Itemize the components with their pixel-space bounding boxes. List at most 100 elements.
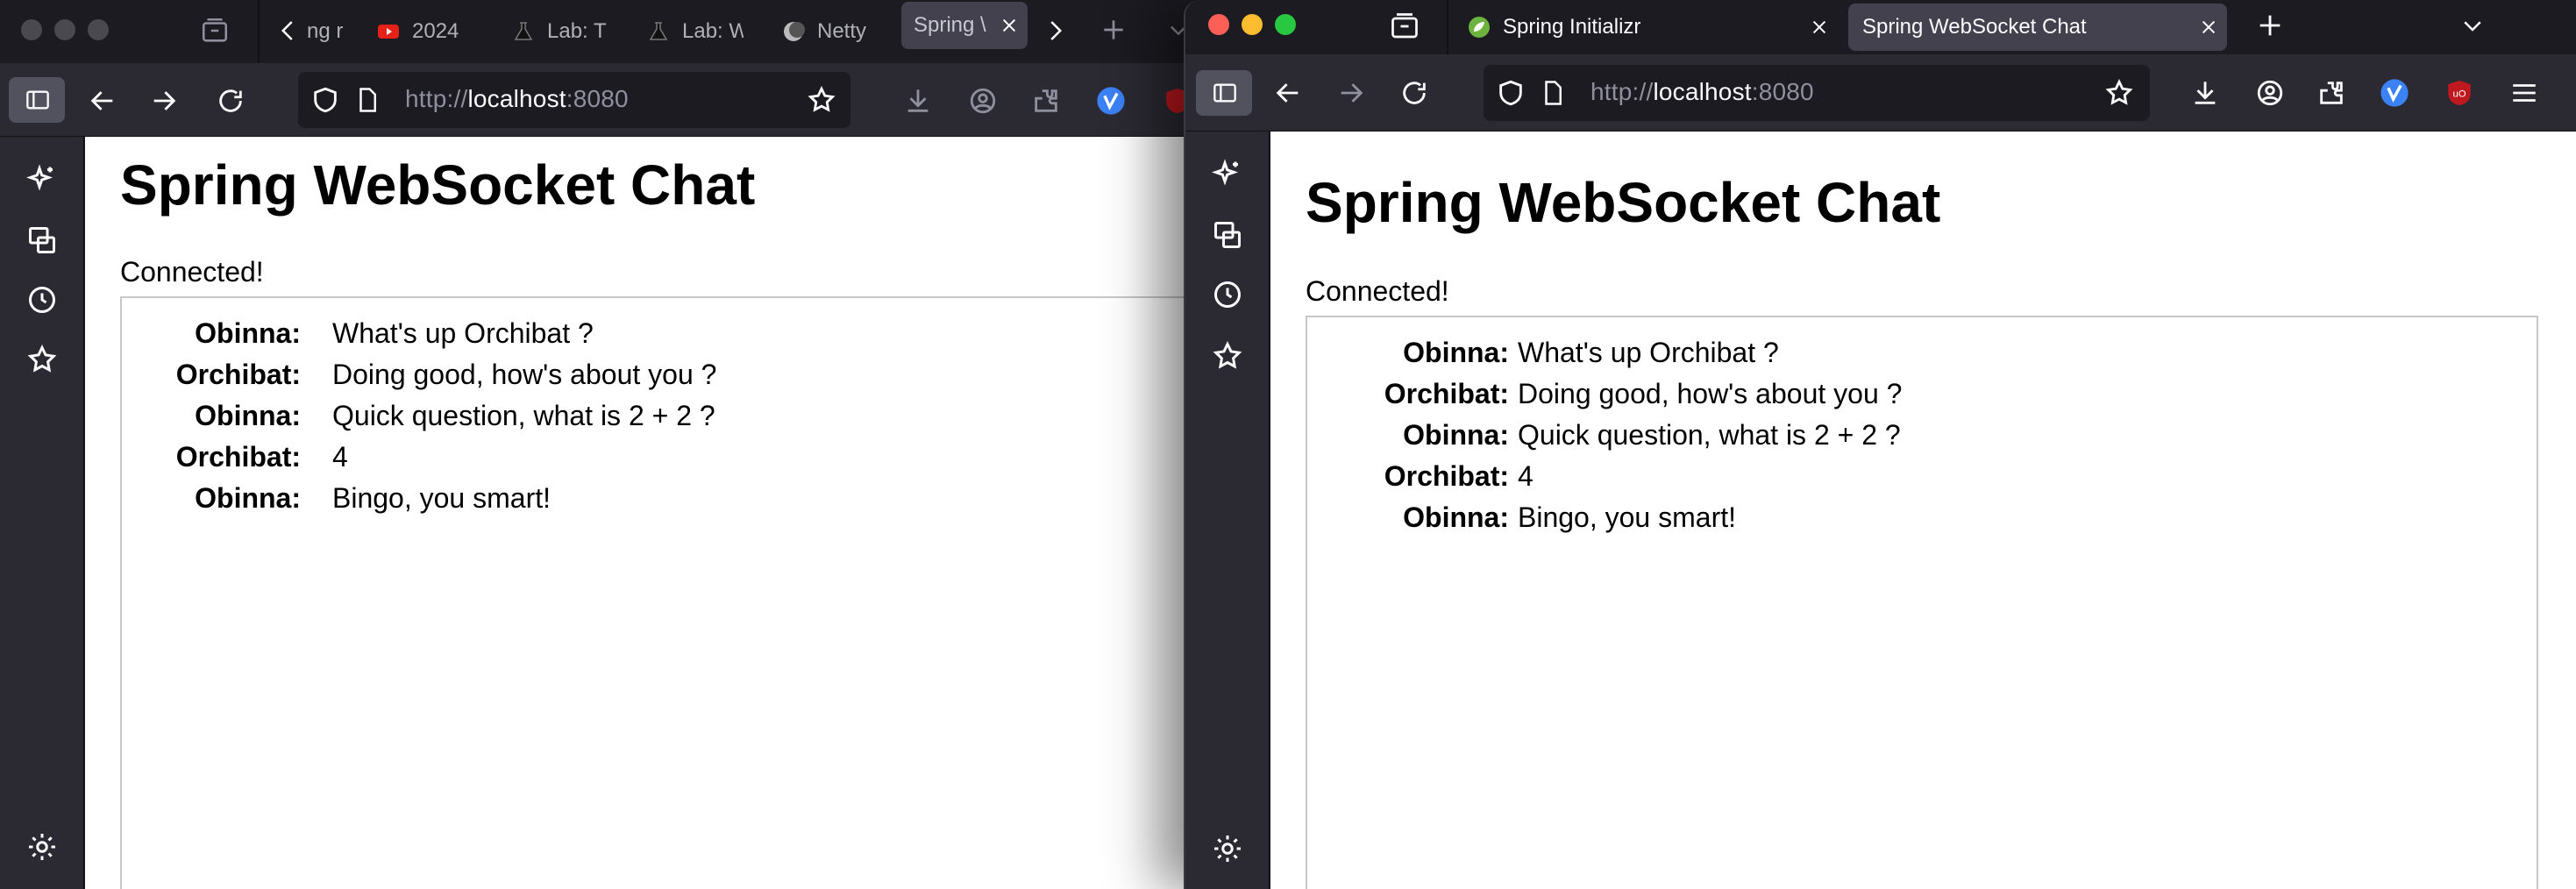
minimize-window-button[interactable] [1242, 14, 1263, 35]
tab-strip: Spring Initializr Spring WebSocket Chat [1185, 0, 2576, 54]
tab-item[interactable]: Spring Initializr [1468, 4, 1836, 51]
tab-item[interactable]: ng r [307, 8, 351, 55]
ai-chatbot-icon[interactable] [1212, 158, 1243, 189]
history-icon[interactable] [1212, 279, 1243, 310]
navigation-toolbar: http://localhost:8080 [0, 63, 1192, 137]
shield-icon[interactable] [1496, 78, 1526, 108]
back-icon[interactable] [88, 86, 117, 116]
bookmark-star-icon[interactable] [2104, 78, 2134, 108]
sidebar-icon [25, 88, 51, 112]
message-text: Doing good, how's about you ? [1518, 378, 1903, 409]
tab-label: Lab: W [682, 19, 744, 43]
account-icon[interactable] [968, 86, 998, 116]
spring-leaf-icon [1468, 16, 1491, 39]
youtube-icon [377, 20, 400, 43]
ai-chatbot-icon[interactable] [26, 163, 58, 195]
tab-strip: ng r 2024 Lab: T Lab: W Netty Spring \ [0, 0, 1192, 63]
downloads-icon[interactable] [903, 86, 933, 116]
vpn-extension-icon[interactable] [2380, 78, 2409, 108]
bookmarks-icon[interactable] [26, 344, 58, 375]
chat-message: Obinna: What's up Orchibat ? [122, 319, 1192, 351]
flask-icon [512, 20, 535, 43]
chat-message: Orchibat: 4 [122, 443, 1192, 474]
browser-window-left: ng r 2024 Lab: T Lab: W Netty Spring \ h… [0, 0, 1192, 889]
message-sender: Obinna: [195, 317, 301, 349]
synced-tabs-icon[interactable] [1212, 219, 1243, 251]
reload-icon[interactable] [216, 86, 246, 116]
ublock-extension-icon[interactable]: uO [2444, 78, 2474, 108]
url-bar[interactable]: http://localhost:8080 [298, 72, 850, 128]
tab-label: Netty [817, 19, 867, 43]
tab-item[interactable]: Lab: T [512, 8, 608, 55]
new-tab-icon[interactable] [2255, 11, 2285, 40]
message-text: Bingo, you smart! [332, 482, 551, 514]
sidebar [1185, 132, 1270, 889]
back-icon[interactable] [1273, 78, 1303, 108]
close-window-button[interactable] [21, 19, 42, 40]
message-text: What's up Orchibat ? [332, 317, 594, 349]
new-tab-icon[interactable] [1099, 16, 1128, 44]
tab-item[interactable]: 2024 [377, 8, 473, 55]
tab-label: 2024 [412, 19, 459, 43]
close-window-button[interactable] [1208, 14, 1229, 35]
scroll-tabs-left-icon[interactable] [275, 16, 302, 46]
message-sender: Obinna: [195, 482, 301, 514]
downloads-icon[interactable] [2190, 78, 2220, 108]
tab-groups-icon[interactable] [200, 16, 230, 46]
tab-item[interactable]: Netty [782, 8, 879, 55]
tab-groups-icon[interactable] [1389, 11, 1420, 42]
bookmarks-icon[interactable] [1212, 340, 1243, 372]
zoom-window-button[interactable] [88, 19, 109, 40]
sidebar-icon [1212, 81, 1238, 105]
chat-message: Orchibat: 4 [1307, 462, 2535, 494]
scroll-tabs-right-icon[interactable] [1042, 16, 1068, 46]
chat-message: Obinna: Quick question, what is 2 + 2 ? [1307, 421, 2535, 452]
chat-message: Obinna: Bingo, you smart! [122, 484, 1192, 516]
shield-icon[interactable] [310, 85, 340, 115]
page-title: Spring WebSocket Chat [1306, 171, 1941, 234]
chat-message: Orchibat: Doing good, how's about you ? [1307, 380, 2535, 411]
message-sender: Obinna: [1403, 337, 1509, 368]
message-sender: Obinna: [1403, 419, 1509, 451]
bookmark-star-icon[interactable] [807, 85, 836, 115]
moon-icon [782, 20, 805, 43]
message-text: Quick question, what is 2 + 2 ? [332, 400, 715, 431]
account-icon[interactable] [2255, 78, 2285, 108]
tab-label: Spring \ [914, 13, 986, 37]
menu-icon[interactable] [2509, 78, 2539, 108]
close-tab-icon[interactable] [1806, 14, 1832, 40]
tab-label: ng r [307, 19, 344, 43]
message-text: 4 [1518, 460, 1534, 492]
close-tab-icon[interactable] [2195, 14, 2222, 40]
message-text: Doing good, how's about you ? [332, 359, 717, 390]
chat-message: Obinna: Bingo, you smart! [1307, 503, 2535, 535]
tab-label: Spring WebSocket Chat [1862, 15, 2087, 39]
page-icon[interactable] [354, 86, 381, 114]
extensions-icon[interactable] [1031, 86, 1061, 116]
vpn-extension-icon[interactable] [1096, 86, 1126, 116]
forward-icon[interactable] [1336, 78, 1366, 108]
settings-icon[interactable] [1212, 833, 1243, 864]
synced-tabs-icon[interactable] [26, 224, 58, 256]
desktop: ng r 2024 Lab: T Lab: W Netty Spring \ h… [0, 0, 2576, 889]
reload-icon[interactable] [1399, 78, 1429, 108]
url-bar[interactable]: http://localhost:8080 [1484, 65, 2150, 121]
tab-item-active[interactable]: Spring \ [901, 2, 1028, 49]
minimize-window-button[interactable] [54, 19, 75, 40]
connection-status: Connected! [1306, 275, 1449, 307]
list-all-tabs-icon[interactable] [2459, 12, 2487, 39]
history-icon[interactable] [26, 284, 58, 316]
chat-box: Obinna: What's up Orchibat ? Orchibat: D… [120, 296, 1192, 889]
page-icon[interactable] [1540, 79, 1566, 107]
extensions-icon[interactable] [2316, 78, 2346, 108]
connection-status: Connected! [120, 256, 264, 288]
close-tab-icon[interactable] [996, 12, 1022, 39]
message-sender: Orchibat: [1384, 378, 1509, 409]
chat-box: Obinna: What's up Orchibat ? Orchibat: D… [1306, 316, 2538, 889]
tab-item-active[interactable]: Spring WebSocket Chat [1848, 4, 2227, 51]
forward-icon[interactable] [149, 86, 179, 116]
svg-text:uO: uO [2452, 89, 2466, 99]
zoom-window-button[interactable] [1275, 14, 1296, 35]
tab-item[interactable]: Lab: W [647, 8, 744, 55]
settings-icon[interactable] [26, 831, 58, 863]
